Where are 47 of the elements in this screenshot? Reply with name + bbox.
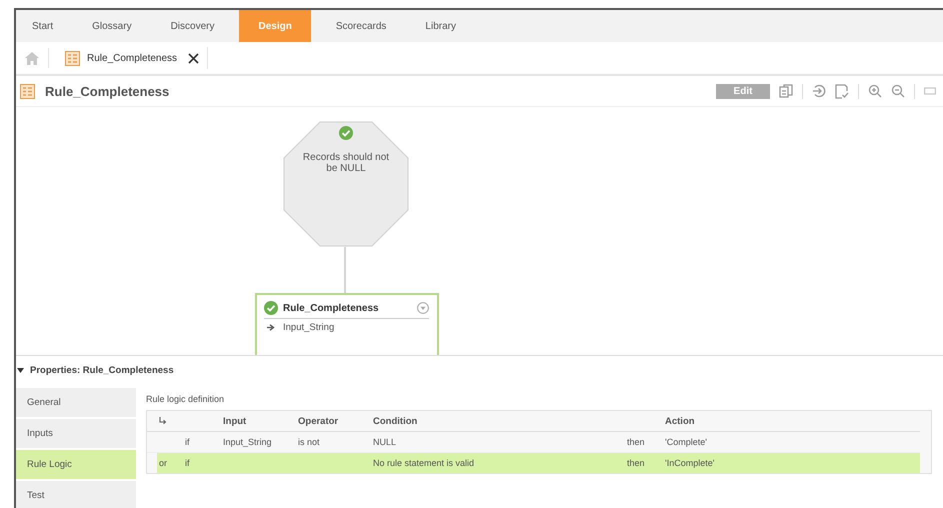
document-check-icon[interactable] [835,84,849,99]
dropdown-icon[interactable] [417,302,429,314]
breadcrumb-tab[interactable]: Rule_Completeness [87,52,178,64]
indent-icon [159,416,167,426]
zoom-in-icon[interactable] [868,84,882,98]
nav-tab[interactable]: Library [411,10,470,42]
properties-title: Properties: Rule_Completeness [30,364,174,376]
table-cell: 'Complete' [665,437,707,447]
rule-name: Rule_Completeness [283,302,379,314]
section-tab[interactable]: General [16,388,136,417]
section-tab[interactable]: Test [16,481,136,508]
table-cell: NULL [373,437,396,447]
column-header: Condition [373,416,418,426]
check-icon [264,301,278,316]
table-cell: then [627,437,645,447]
arrow-icon [267,324,275,332]
table-cell: then [627,458,645,468]
column-header: Action [665,416,696,426]
rectangle-icon[interactable] [924,87,936,96]
nav-tab[interactable]: Start [18,10,68,42]
table-cell: No rule statement is valid [373,458,474,468]
table-cell: if [185,437,190,447]
nav-tab[interactable]: Glossary [78,10,146,42]
table-cell: is not [298,437,320,447]
input-name: Input_String [283,322,334,334]
panel-title: Rule logic definition [146,394,226,404]
zoom-out-icon[interactable] [891,84,905,98]
nav-tab[interactable]: Discovery [156,10,228,42]
collapse-icon[interactable] [17,368,24,373]
outcome-label: Records should not be NULL [302,152,390,174]
column-header: Operator [298,416,340,426]
page-title: Rule_Completeness [45,84,170,99]
column-header: Input [223,416,248,426]
table-cell: 'InComplete' [665,458,714,468]
arrow-in-circle-icon[interactable] [812,84,826,98]
check-icon [339,126,353,140]
close-icon[interactable] [188,52,200,64]
table-cell: or [159,458,168,468]
nav-tab[interactable]: Scorecards [322,10,400,42]
table-cell: if [185,458,190,468]
outcome-node[interactable] [284,122,408,247]
table-row[interactable]: or if No rule statement is valid then 'InComplete' [157,453,920,473]
table-cell: Input_String [223,437,272,447]
section-tab[interactable]: Inputs [16,419,136,448]
section-tab[interactable]: Rule Logic [16,450,136,479]
copy-icon[interactable] [779,84,793,98]
connector-line [344,247,346,294]
